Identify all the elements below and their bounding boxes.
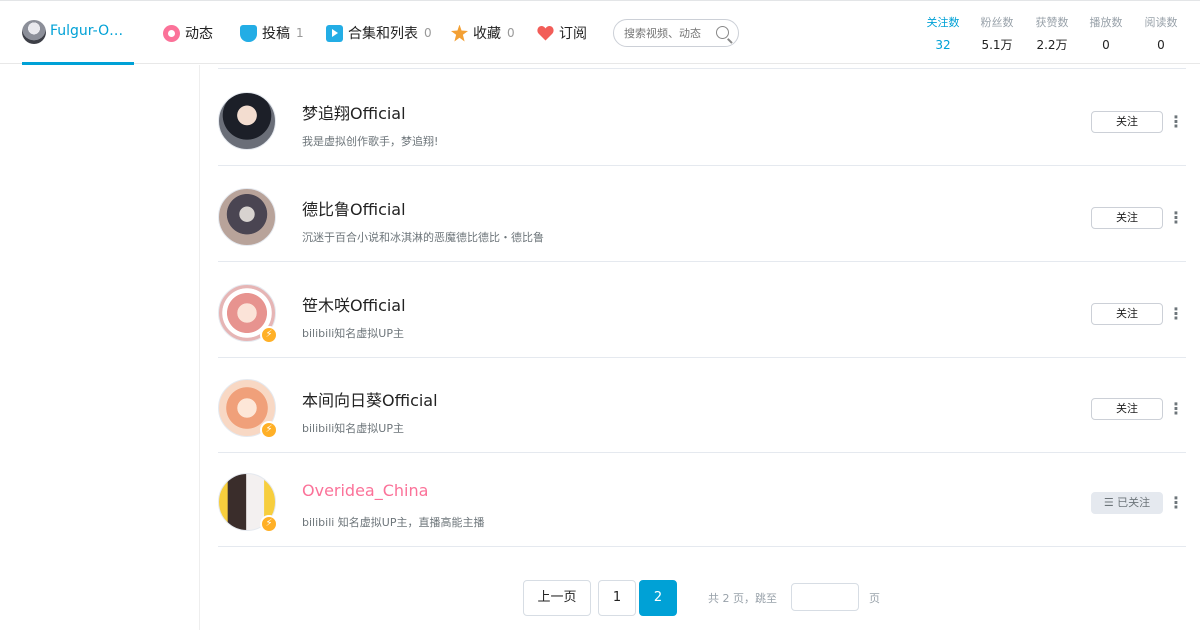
search-box[interactable] xyxy=(613,19,739,47)
followed-button[interactable]: ☰ 已关注 xyxy=(1091,492,1163,514)
divider xyxy=(218,68,1186,69)
sidebar xyxy=(0,65,200,630)
avatar[interactable] xyxy=(218,92,276,150)
more-options-icon[interactable]: ⋮ xyxy=(1168,112,1184,132)
stat-plays: 播放数 0 xyxy=(1079,15,1133,55)
stat-following-label: 关注数 xyxy=(926,16,960,29)
search-icon[interactable] xyxy=(716,26,729,39)
user-name-link[interactable]: 德比鲁Official xyxy=(302,196,406,220)
user-sign: 我是虚拟创作歌手，梦追翔! xyxy=(302,135,439,148)
user-tab[interactable]: Fulgur-Offi… xyxy=(22,1,134,65)
avatar[interactable]: ⚡ xyxy=(218,284,278,344)
list-item: ⚡ Overidea_China bilibili 知名虚拟UP主，直播高能主播… xyxy=(218,451,1186,547)
collection-icon xyxy=(326,24,343,42)
nav-favorites-count: 0 xyxy=(507,26,515,40)
stat-following[interactable]: 关注数 32 xyxy=(916,15,970,55)
page-button-2[interactable]: 2 xyxy=(639,580,677,616)
nav-posts-count: 1 xyxy=(296,26,304,40)
stat-plays-label: 播放数 xyxy=(1089,16,1123,29)
user-name[interactable]: Fulgur-Offi… xyxy=(50,23,134,39)
more-options-icon[interactable]: ⋮ xyxy=(1168,399,1184,419)
heart-icon xyxy=(537,25,554,42)
stat-plays-value: 0 xyxy=(1102,38,1110,52)
nav-favorites[interactable]: 收藏 0 xyxy=(451,21,515,45)
search-input[interactable] xyxy=(624,26,716,40)
nav-subscriptions-label: 订阅 xyxy=(559,26,587,42)
list-item: 德比鲁Official 沉迷于百合小说和冰淇淋的恶魔德比德比・德比鲁 关注 ⋮ xyxy=(218,166,1186,262)
nav-posts-label: 投稿 xyxy=(262,26,290,42)
avatar[interactable] xyxy=(22,20,46,44)
user-name-link[interactable]: 笹木咲Official xyxy=(302,292,406,316)
stat-fans[interactable]: 粉丝数 5.1万 xyxy=(970,15,1024,55)
user-name-link[interactable]: 本间向日葵Official xyxy=(302,387,438,411)
stat-likes: 获赞数 2.2万 xyxy=(1025,15,1079,55)
verified-badge-icon: ⚡ xyxy=(260,515,278,533)
list-item: ⚡ 笹木咲Official bilibili知名虚拟UP主 关注 ⋮ xyxy=(218,262,1186,358)
user-name-link[interactable]: Overidea_China xyxy=(302,481,428,500)
nav-collections-label: 合集和列表 xyxy=(348,26,418,42)
user-sign: bilibili知名虚拟UP主 xyxy=(302,422,404,435)
list-item: 梦追翔Official 我是虚拟创作歌手，梦追翔! 关注 ⋮ xyxy=(218,70,1186,166)
stat-likes-label: 获赞数 xyxy=(1035,16,1069,29)
nav-dynamic[interactable]: 动态 xyxy=(163,21,213,45)
stat-likes-value: 2.2万 xyxy=(1036,38,1068,52)
avatar[interactable] xyxy=(218,188,276,246)
more-options-icon[interactable]: ⋮ xyxy=(1168,493,1184,513)
nav-subscriptions[interactable]: 订阅 xyxy=(537,21,587,45)
follow-button[interactable]: 关注 xyxy=(1091,207,1163,229)
more-options-icon[interactable]: ⋮ xyxy=(1168,304,1184,324)
stat-following-value: 32 xyxy=(935,38,951,52)
nav-collections-count: 0 xyxy=(424,26,432,40)
user-sign: bilibili知名虚拟UP主 xyxy=(302,327,404,340)
dynamic-icon xyxy=(163,24,180,42)
total-pages-text: 共 2 页，跳至 xyxy=(708,592,777,605)
verified-badge-icon: ⚡ xyxy=(260,326,278,344)
follow-button[interactable]: 关注 xyxy=(1091,398,1163,420)
prev-page-button[interactable]: 上一页 xyxy=(523,580,591,616)
stat-reads-label: 阅读数 xyxy=(1144,16,1178,29)
verified-badge-icon: ⚡ xyxy=(260,421,278,439)
avatar[interactable]: ⚡ xyxy=(218,473,278,533)
stat-fans-value: 5.1万 xyxy=(981,38,1013,52)
nav-posts[interactable]: 投稿 1 xyxy=(240,21,304,45)
avatar[interactable]: ⚡ xyxy=(218,379,278,439)
follow-button[interactable]: 关注 xyxy=(1091,111,1163,133)
list-item: ⚡ 本间向日葵Official bilibili知名虚拟UP主 关注 ⋮ xyxy=(218,357,1186,453)
nav-dynamic-label: 动态 xyxy=(185,26,213,42)
nav-collections[interactable]: 合集和列表 0 xyxy=(326,21,432,45)
jump-page-input[interactable] xyxy=(791,583,859,611)
posts-icon xyxy=(240,24,257,42)
user-name-link[interactable]: 梦追翔Official xyxy=(302,100,406,124)
top-nav: Fulgur-Offi… 动态 投稿 1 合集和列表 0 收藏 0 订阅 关注数… xyxy=(0,0,1200,65)
page-button-1[interactable]: 1 xyxy=(598,580,636,616)
nav-favorites-label: 收藏 xyxy=(473,26,501,42)
stat-fans-label: 粉丝数 xyxy=(980,16,1014,29)
star-icon xyxy=(451,24,468,42)
more-options-icon[interactable]: ⋮ xyxy=(1168,208,1184,228)
user-sign: bilibili 知名虚拟UP主，直播高能主播 xyxy=(302,516,485,529)
stat-reads: 阅读数 0 xyxy=(1134,15,1188,55)
follow-button[interactable]: 关注 xyxy=(1091,303,1163,325)
pagination: 上一页 1 2 共 2 页，跳至 页 xyxy=(0,580,1200,616)
user-sign: 沉迷于百合小说和冰淇淋的恶魔德比德比・德比鲁 xyxy=(302,231,544,244)
page-suffix: 页 xyxy=(869,592,880,605)
stat-reads-value: 0 xyxy=(1157,38,1165,52)
